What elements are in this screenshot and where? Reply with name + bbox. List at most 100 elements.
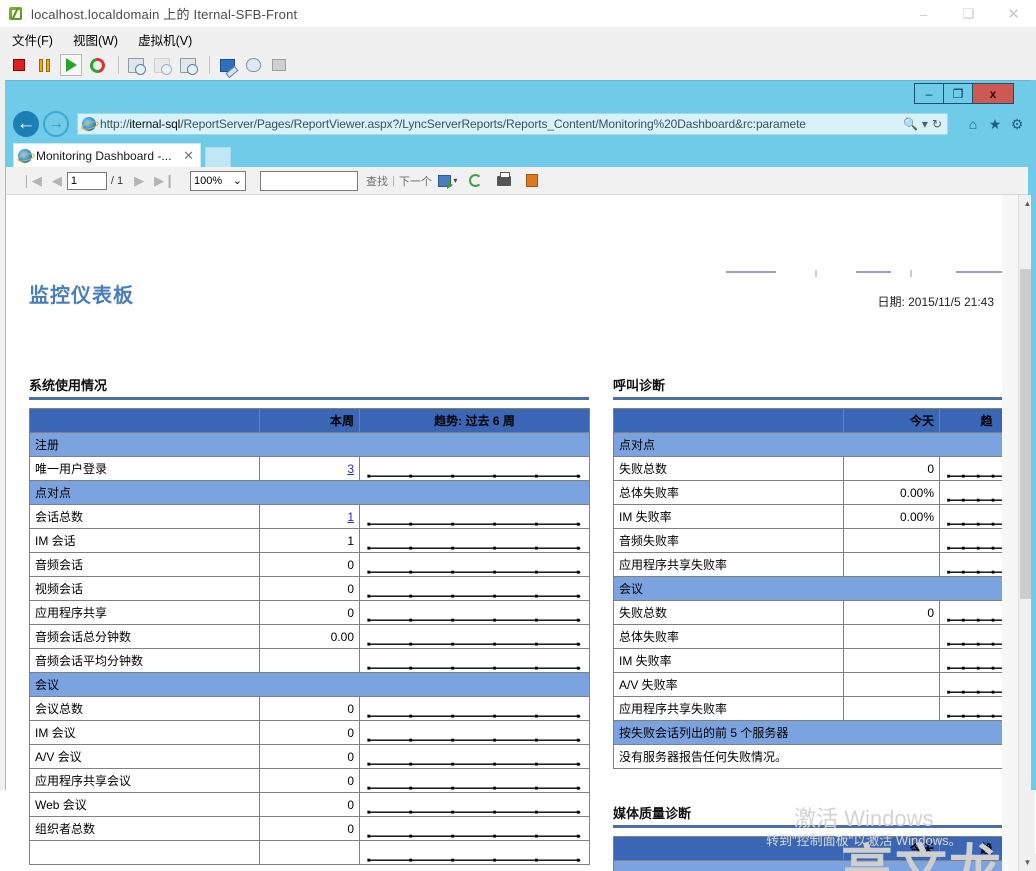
ie-minimize-button[interactable]: –	[915, 84, 944, 103]
zoom-value: 100%	[194, 175, 222, 187]
menu-view[interactable]: 视图(W)	[73, 30, 118, 49]
first-page-button[interactable]: ❘◀	[16, 173, 47, 189]
clipped-remnant-art	[706, 270, 1026, 277]
sparkline-cell	[360, 553, 590, 577]
menu-vm[interactable]: 虚拟机(V)	[138, 30, 192, 49]
home-icon[interactable]: ⌂	[962, 116, 984, 132]
table-group-row: 点对点	[614, 433, 1029, 457]
note-text: 没有服务器报告任何失败情况。	[614, 745, 1029, 769]
table-row: A/V 失败率	[614, 673, 1029, 697]
forward-button[interactable]: →	[43, 111, 69, 137]
back-button[interactable]: ←	[13, 111, 39, 137]
favorites-star-icon[interactable]: ★	[984, 116, 1006, 133]
metric-label: 音频会话平均分钟数	[30, 649, 260, 673]
take-snapshot-icon[interactable]	[125, 54, 147, 76]
table-row: 音频会话平均分钟数	[30, 649, 590, 673]
group-label: 点对点	[30, 481, 590, 505]
page-title: 监控仪表板	[29, 279, 134, 308]
metric-label: 应用程序共享	[30, 601, 260, 625]
zoom-select[interactable]: 100% ⌄	[190, 171, 246, 191]
menu-file[interactable]: 文件(F)	[12, 30, 53, 49]
vm-restore-button[interactable]: ❑	[946, 0, 991, 28]
ie-command-icons: ⌂ ★ ⚙	[954, 116, 1036, 133]
last-page-button[interactable]: ▶❙	[149, 173, 180, 189]
vm-close-button[interactable]: ✕	[991, 0, 1036, 28]
table-row: 组织者总数0	[30, 817, 590, 841]
metric-label: IM 会话	[30, 529, 260, 553]
table-group-row: 会议	[30, 673, 590, 697]
table-row: 会话总数1	[30, 505, 590, 529]
metric-value-link[interactable]: 1	[347, 510, 354, 524]
metric-value[interactable]: 1	[260, 505, 360, 529]
find-input[interactable]	[260, 171, 358, 191]
page-number-input[interactable]	[67, 172, 107, 190]
metric-label: 应用程序共享会议	[30, 769, 260, 793]
metric-value: 0	[260, 553, 360, 577]
ie-restore-button[interactable]: ❐	[944, 84, 973, 103]
inner-scrollbar[interactable]	[1002, 195, 1018, 871]
report-viewer-toolbar: ❘◀ ◀ / 1 ▶ ▶❙ 100% ⌄ 查找 | 下一个 ▾	[6, 167, 1028, 195]
feed-icon[interactable]	[520, 171, 544, 191]
tab-close-icon[interactable]: ✕	[177, 148, 200, 164]
pause-icon[interactable]	[34, 54, 56, 76]
vm-toolbar	[0, 50, 1036, 80]
vm-window-controls: – ❑ ✕	[901, 0, 1036, 28]
sparkline-cell	[360, 601, 590, 625]
clipped-toolbar-remnant	[706, 267, 1026, 277]
table-row: 失败总数0	[614, 601, 1029, 625]
address-bar[interactable]: http://iternal-sql/ReportServer/Pages/Re…	[77, 113, 948, 135]
table-row: 总体失败率	[614, 625, 1029, 649]
cd-dvd-icon[interactable]	[242, 54, 264, 76]
report-date: 日期: 2015/11/5 21:43	[877, 293, 994, 310]
ie-navigation-bar: ← → http://iternal-sql/ReportServer/Page…	[5, 107, 1036, 141]
refresh-icon[interactable]	[464, 171, 488, 191]
print-icon[interactable]	[492, 171, 516, 191]
sparkline-cell	[360, 625, 590, 649]
address-text: http://iternal-sql/ReportServer/Pages/Re…	[100, 117, 899, 131]
call-diagnostics-panel: 呼叫诊断 今天趋点对点失败总数0 总体失败率0.00% IM 失败率0.00% …	[613, 375, 1028, 769]
ie-window-right-edge	[1031, 80, 1036, 790]
ie-tab-bar: Monitoring Dashboard -... ✕	[5, 141, 1036, 167]
group-label: 按失败会话列出的前 5 个服务器	[614, 721, 1029, 745]
panel-divider	[613, 825, 1028, 828]
play-icon[interactable]	[60, 54, 82, 76]
search-icon[interactable]: 🔍	[903, 117, 918, 131]
snapshot-manager-icon[interactable]	[177, 54, 199, 76]
save-export-icon[interactable]: ▾	[436, 171, 460, 191]
table-row: 失败总数0	[614, 457, 1029, 481]
find-button[interactable]: 查找	[366, 173, 388, 189]
table-row: 音频会话0	[30, 553, 590, 577]
stop-icon[interactable]	[8, 54, 30, 76]
table-row: 应用程序共享会议0	[30, 769, 590, 793]
media-quality-heading: 媒体质量诊断	[613, 803, 1028, 822]
scrollbar-down-arrow[interactable]: ▼	[1019, 854, 1036, 871]
revert-snapshot-icon[interactable]	[86, 54, 108, 76]
internet-explorer-window: – ❐ x ← → http://iternal-sql/ReportServe…	[5, 80, 1036, 790]
vm-minimize-button[interactable]: –	[901, 0, 946, 28]
chevron-down-icon[interactable]: ▾	[922, 117, 928, 131]
ie-close-button[interactable]: x	[973, 84, 1013, 103]
metric-value-link[interactable]: 3	[347, 462, 354, 476]
page-count-label: / 1	[111, 175, 123, 187]
metric-label: 失败总数	[614, 457, 844, 481]
usb-icon[interactable]	[268, 54, 290, 76]
tools-gear-icon[interactable]: ⚙	[1006, 116, 1028, 133]
browser-tab[interactable]: Monitoring Dashboard -... ✕	[13, 143, 201, 167]
new-tab-button[interactable]	[205, 147, 231, 167]
next-page-button[interactable]: ▶	[129, 173, 149, 189]
table-row: 音频会话总分钟数0.00	[30, 625, 590, 649]
find-next-button[interactable]: 下一个	[399, 173, 432, 189]
metric-value: 0	[260, 601, 360, 625]
metric-label: A/V 失败率	[614, 673, 844, 697]
refresh-icon[interactable]: ↻	[932, 117, 942, 131]
table-group-row	[614, 861, 1029, 871]
metric-label: 应用程序共享失败率	[614, 553, 844, 577]
sparkline-cell	[360, 577, 590, 601]
send-ctrl-alt-del-icon[interactable]	[216, 54, 238, 76]
ie-title-bar: – ❐ x	[5, 81, 1036, 107]
previous-page-button[interactable]: ◀	[47, 173, 67, 189]
metric-value[interactable]: 3	[260, 457, 360, 481]
metric-value	[844, 673, 940, 697]
metric-label: 组织者总数	[30, 817, 260, 841]
metric-label: 总体失败率	[614, 481, 844, 505]
